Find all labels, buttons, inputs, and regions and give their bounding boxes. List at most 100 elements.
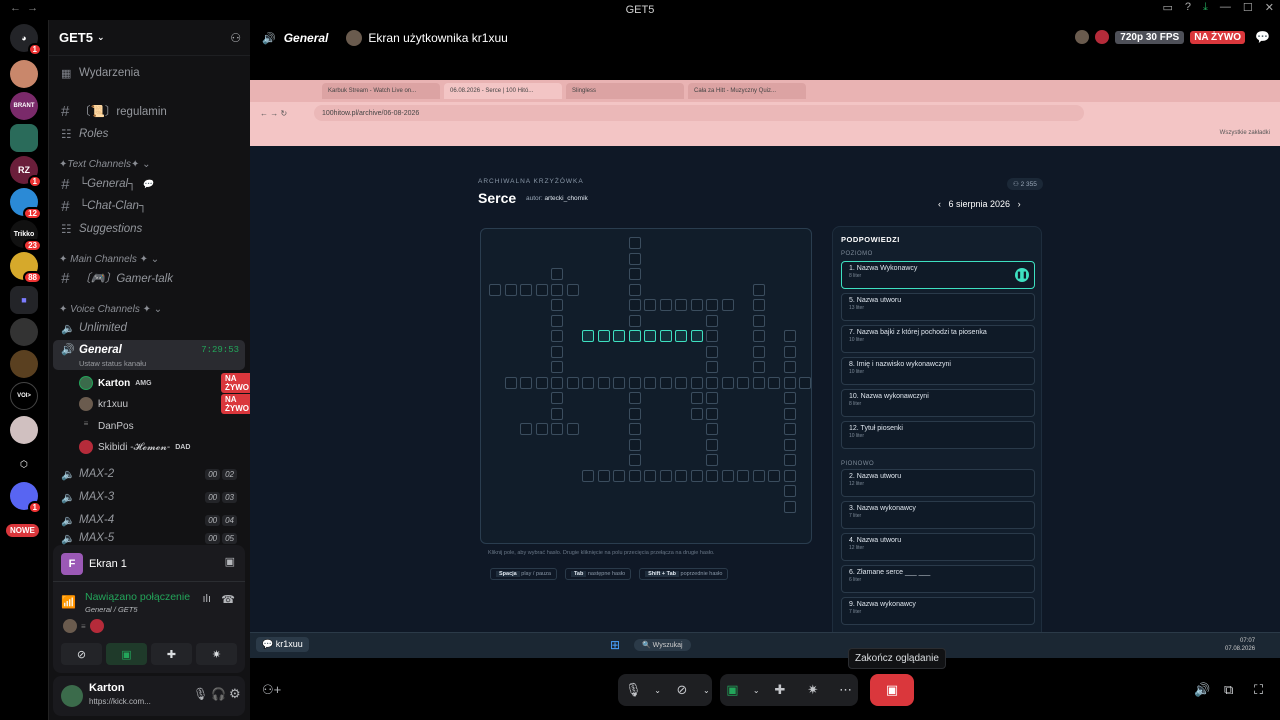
crossword-cell[interactable] <box>628 376 641 389</box>
crossword-cell[interactable] <box>520 376 532 389</box>
voice-channel-name[interactable]: General <box>284 31 329 45</box>
crossword-cell[interactable] <box>706 361 718 373</box>
soundboard-button[interactable]: ✷ <box>196 643 237 665</box>
crossword-cell[interactable] <box>783 376 796 389</box>
crossword-cell[interactable] <box>799 376 811 389</box>
activities-icon[interactable]: ✚ <box>768 677 793 703</box>
screen-close-icon[interactable]: ▣ <box>225 555 235 568</box>
crossword-cell[interactable] <box>551 407 563 420</box>
gear-icon[interactable]: ⚙ <box>229 686 241 702</box>
crossword-cell[interactable] <box>752 314 765 327</box>
crossword-cell[interactable] <box>551 268 563 280</box>
folder-icon[interactable]: ■ <box>10 286 38 314</box>
crossword-cell[interactable] <box>551 283 563 296</box>
crossword-cell[interactable] <box>628 469 641 482</box>
voice-max-4[interactable]: 🔈 MAX-4 00 04 <box>55 509 245 531</box>
category-main[interactable]: ✦ Main Channels ✦ ⌄ <box>59 254 159 265</box>
crossword-cell-active[interactable] <box>597 330 610 342</box>
download-icon[interactable]: ⤓ <box>1203 1 1208 14</box>
crossword-cell[interactable] <box>628 423 641 435</box>
crossword-cell[interactable] <box>706 376 718 389</box>
category-voice[interactable]: ✦ Voice Channels ✦ ⌄ <box>59 304 162 315</box>
crossword-cell[interactable] <box>582 469 594 482</box>
crossword-cell[interactable] <box>706 299 718 311</box>
crossword-cell-active[interactable] <box>675 330 687 342</box>
crossword-cell[interactable] <box>690 299 703 311</box>
crossword-cell[interactable] <box>783 485 796 497</box>
mic-icon[interactable]: 🎙 <box>620 677 646 703</box>
crossword-cell[interactable] <box>783 392 796 404</box>
crossword-cell[interactable] <box>551 345 563 358</box>
crossword-cell[interactable] <box>582 376 594 389</box>
voice-max-2[interactable]: 🔈 MAX-2 00 02 <box>55 463 245 485</box>
crossword-cell[interactable] <box>659 376 672 389</box>
crossword-cell[interactable] <box>752 283 765 296</box>
camera-off-icon[interactable]: ⊘ <box>669 677 695 703</box>
voice-user[interactable]: ≡ DanPos <box>79 416 134 436</box>
cube-icon[interactable]: ⬡ <box>10 450 38 478</box>
crossword-cell-active[interactable] <box>582 330 594 342</box>
clue-item-active[interactable]: 1. Nazwa Wykonawcy 8 liter ❚❚ <box>841 261 1035 289</box>
crossword-cell[interactable] <box>783 407 796 420</box>
crossword-cell[interactable] <box>706 407 718 420</box>
camera-off-button[interactable]: ⊘ <box>61 643 102 665</box>
chat-icon[interactable]: 💬 <box>1255 30 1270 44</box>
crossword-cell-active[interactable] <box>644 330 656 342</box>
close-icon[interactable]: ✕ <box>1265 1 1274 14</box>
clue-item[interactable]: 12. Tytuł piosenki 10 liter <box>841 421 1035 449</box>
guild-icon[interactable] <box>10 416 38 444</box>
crossword-cell[interactable] <box>551 330 563 342</box>
crossword-cell[interactable] <box>783 438 796 451</box>
crossword-cell[interactable] <box>597 469 610 482</box>
fullscreen-icon[interactable]: ⛶ <box>1254 682 1263 698</box>
inbox-icon[interactable]: ▭ <box>1163 1 1173 14</box>
guild-icon[interactable]: 12 <box>10 188 42 220</box>
crossword-cell[interactable] <box>551 376 563 389</box>
crossword-cell[interactable] <box>644 469 656 482</box>
crossword-cell[interactable] <box>675 376 687 389</box>
crossword-cell[interactable] <box>628 268 641 280</box>
invite-icon[interactable]: ⚇+ <box>262 682 281 698</box>
minimize-icon[interactable]: — <box>1220 1 1231 14</box>
crossword-cell[interactable] <box>504 376 517 389</box>
crossword-cell[interactable] <box>597 376 610 389</box>
crossword-cell[interactable] <box>752 345 765 358</box>
voice-general[interactable]: 🔊 General 7:29:53 Ustaw status kanału <box>53 340 245 370</box>
crossword-cell[interactable] <box>721 376 734 389</box>
chevron-down-icon[interactable]: ⌄ <box>703 686 710 695</box>
disconnect-icon[interactable]: ☎ <box>221 593 235 606</box>
crossword-cell[interactable] <box>706 330 718 342</box>
guild-icon[interactable]: VOI> <box>10 382 38 410</box>
chevron-down-icon[interactable]: ⌄ <box>753 686 760 695</box>
crossword-cell-active[interactable] <box>628 330 641 342</box>
crossword-cell[interactable] <box>675 299 687 311</box>
crossword-cell[interactable] <box>783 330 796 342</box>
voice-user[interactable]: kr1xuu NA ŻYWO <box>79 394 253 414</box>
browser-tab[interactable]: Karbuk Stream - Watch Live on... <box>322 83 440 99</box>
guild-icon[interactable] <box>10 350 38 378</box>
crossword-cell[interactable] <box>644 299 656 311</box>
clue-item[interactable]: 4. Nazwa utworu 12 liter <box>841 533 1035 561</box>
crossword-cell[interactable] <box>551 392 563 404</box>
crossword-cell[interactable] <box>783 361 796 373</box>
browser-tab[interactable]: Slingless <box>566 83 684 99</box>
browser-tab-active[interactable]: 06.08.2026 - Serce | 100 Hitó... <box>444 83 562 99</box>
mic-icon[interactable]: 🎙 <box>193 687 208 701</box>
crossword-cell[interactable] <box>752 376 765 389</box>
channel-suggestions[interactable]: ☷ Suggestions <box>55 218 245 240</box>
crossword-cell[interactable] <box>659 299 672 311</box>
crossword-cell[interactable] <box>706 454 718 466</box>
crossword-cell[interactable] <box>489 283 501 296</box>
windows-start-icon[interactable]: ⊞ <box>610 638 620 652</box>
crossword-cell-active[interactable] <box>659 330 672 342</box>
crossword-cell[interactable] <box>628 299 641 311</box>
crossword-cell[interactable] <box>721 469 734 482</box>
voice-max-5[interactable]: 🔈 MAX-5 00 05 <box>55 531 245 545</box>
guild-icon[interactable] <box>10 60 38 88</box>
user-avatar[interactable] <box>61 685 83 707</box>
crossword-cell[interactable] <box>535 376 548 389</box>
crossword-cell[interactable] <box>628 283 641 296</box>
crossword-cell-active[interactable] <box>690 330 703 342</box>
guild-icon-active[interactable] <box>10 124 38 152</box>
crossword-cell[interactable] <box>768 376 780 389</box>
